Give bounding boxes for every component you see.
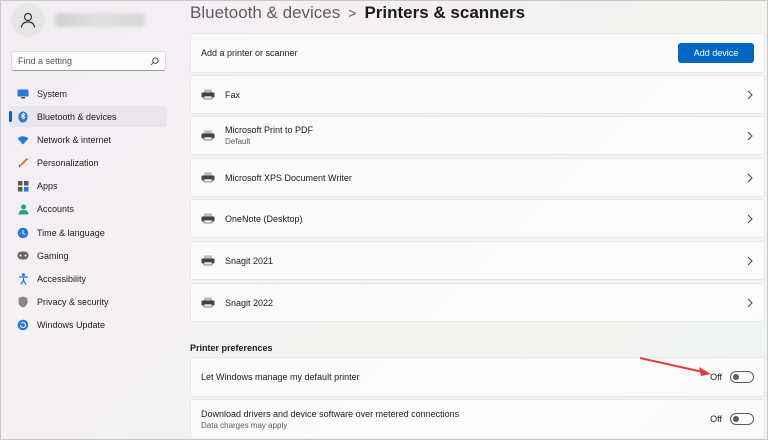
pref-row-metered-downloads: Download drivers and device software ove… <box>190 399 765 439</box>
sidebar-item-gaming[interactable]: Gaming <box>9 245 167 266</box>
printer-icon <box>201 89 215 99</box>
chevron-right-icon[interactable] <box>746 131 754 141</box>
search-icon[interactable] <box>150 56 159 66</box>
add-device-button[interactable]: Add device <box>678 43 754 63</box>
printer-name: Snagit 2021 <box>225 255 274 266</box>
printer-icon <box>201 255 215 265</box>
search-box[interactable] <box>11 51 166 71</box>
printer-name: Snagit 2022 <box>225 297 274 308</box>
shield-icon <box>18 296 28 308</box>
sidebar-item-apps[interactable]: Apps <box>9 176 167 197</box>
printer-row-snagit-2021[interactable]: Snagit 2021 <box>190 241 765 280</box>
sidebar-item-privacy-security[interactable]: Privacy & security <box>9 292 167 313</box>
toggle-state-label: Off <box>710 414 722 424</box>
sidebar-item-accessibility[interactable]: Accessibility <box>9 269 167 290</box>
sidebar-item-label: System <box>37 88 68 99</box>
sidebar-item-accounts[interactable]: Accounts <box>9 199 167 220</box>
printer-name: OneNote (Desktop) <box>225 213 303 224</box>
pref-title: Download drivers and device software ove… <box>201 408 460 419</box>
sidebar-item-label: Accounts <box>37 204 75 215</box>
sidebar-item-bluetooth-devices[interactable]: Bluetooth & devices <box>9 106 167 128</box>
profile-name-redacted <box>55 13 145 27</box>
sidebar-item-network-internet[interactable]: Network & internet <box>9 129 167 150</box>
paintbrush-icon <box>18 157 29 169</box>
printer-name: Fax <box>225 89 241 100</box>
monitor-icon <box>17 89 29 98</box>
printer-icon <box>201 213 215 223</box>
avatar[interactable] <box>11 3 45 37</box>
sidebar-item-label: Gaming <box>37 250 69 261</box>
sidebar-item-label: Personalization <box>37 158 99 169</box>
chevron-right-icon[interactable] <box>746 214 754 224</box>
sidebar-nav: System Bluetooth & devices Network & int… <box>9 83 167 338</box>
sidebar-item-label: Bluetooth & devices <box>37 111 117 122</box>
breadcrumb: Bluetooth & devices > Printers & scanners <box>190 3 525 23</box>
sidebar-item-system[interactable]: System <box>9 83 167 104</box>
chevron-right-icon[interactable] <box>746 256 754 266</box>
user-profile[interactable] <box>11 3 171 37</box>
sidebar-item-label: Windows Update <box>37 320 106 331</box>
printer-row-microsoft-print-to-pdf[interactable]: Microsoft Print to PDF Default <box>190 116 765 155</box>
person-icon <box>20 12 36 28</box>
page-title: Printers & scanners <box>364 3 526 22</box>
printer-row-microsoft-xps-document-writer[interactable]: Microsoft XPS Document Writer <box>190 158 765 197</box>
bluetooth-icon <box>18 111 28 123</box>
sidebar-item-windows-update[interactable]: Windows Update <box>9 315 167 336</box>
sidebar-item-label: Apps <box>37 181 58 192</box>
add-printer-card: Add a printer or scanner Add device <box>190 33 765 73</box>
add-printer-label: Add a printer or scanner <box>201 48 298 58</box>
gamepad-icon <box>17 251 29 260</box>
printer-row-onenote-desktop[interactable]: OneNote (Desktop) <box>190 199 765 238</box>
chevron-right-icon[interactable] <box>746 90 754 100</box>
printer-icon <box>201 297 215 307</box>
search-input[interactable] <box>18 56 150 66</box>
sidebar-item-label: Accessibility <box>37 274 87 284</box>
printer-row-snagit-2022[interactable]: Snagit 2022 <box>190 283 765 322</box>
globe-clock-icon <box>17 227 29 238</box>
breadcrumb-separator: > <box>348 5 357 21</box>
breadcrumb-parent[interactable]: Bluetooth & devices <box>190 3 340 22</box>
printer-name: Microsoft Print to PDF <box>225 125 314 135</box>
apps-icon <box>17 180 28 192</box>
wifi-icon <box>17 136 29 145</box>
person-icon <box>18 204 28 215</box>
sidebar-item-label: Network & internet <box>37 134 112 145</box>
accessibility-icon <box>18 273 28 285</box>
sidebar-item-personalization[interactable]: Personalization <box>9 153 167 174</box>
sidebar-item-label: Time & language <box>37 227 105 238</box>
section-heading-printer-preferences: Printer preferences <box>190 343 273 353</box>
default-printer-toggle[interactable] <box>730 371 754 383</box>
chevron-right-icon[interactable] <box>746 298 754 308</box>
pref-title: Let Windows manage my default printer <box>201 372 360 382</box>
annotation-arrow <box>639 357 711 376</box>
update-icon <box>17 320 29 331</box>
sidebar-item-time-language[interactable]: Time & language <box>9 222 167 243</box>
sidebar: System Bluetooth & devices Network & int… <box>1 1 173 440</box>
printer-status: Default <box>225 137 251 146</box>
chevron-right-icon[interactable] <box>746 173 754 183</box>
printer-row-fax[interactable]: Fax <box>190 75 765 114</box>
sidebar-item-label: Privacy & security <box>37 297 109 308</box>
metered-downloads-toggle[interactable] <box>730 413 754 425</box>
printer-icon <box>201 172 215 182</box>
pref-subtitle: Data charges may apply <box>201 420 288 430</box>
printer-icon <box>201 130 215 140</box>
printer-name: Microsoft XPS Document Writer <box>225 172 352 183</box>
